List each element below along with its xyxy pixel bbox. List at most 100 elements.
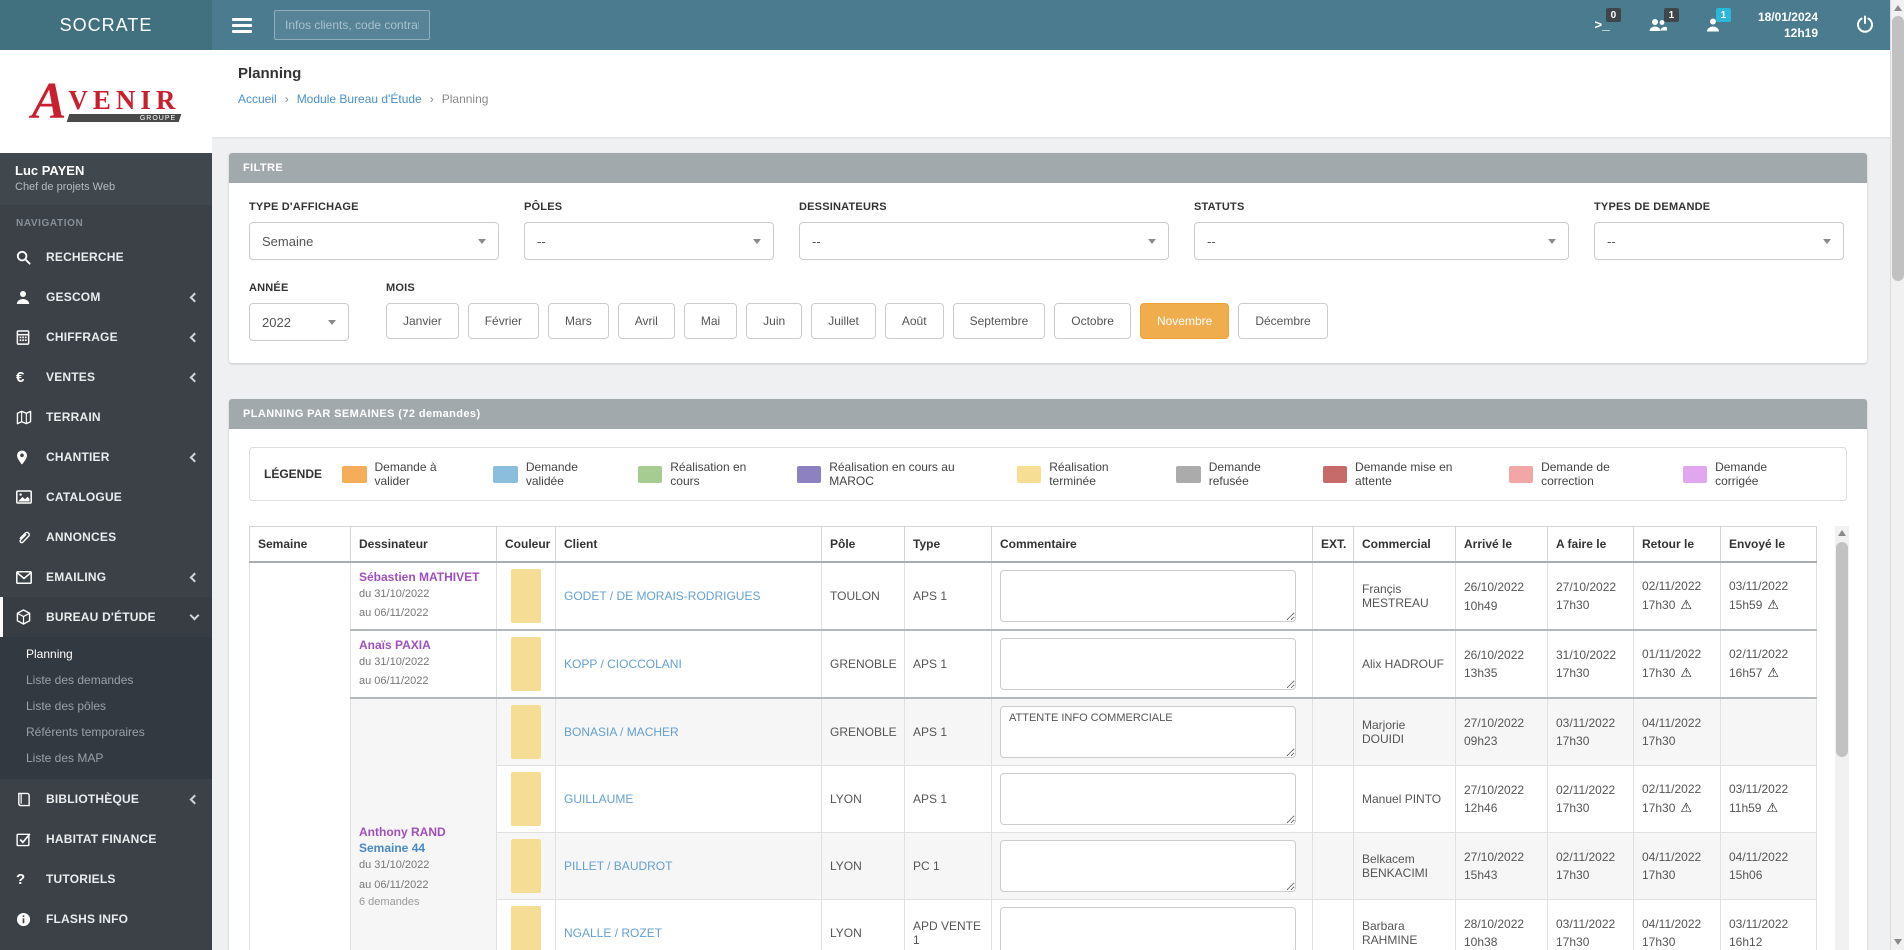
sidebar-item-catalogue[interactable]: CATALOGUE (0, 477, 212, 517)
sidebar-item-tutoriels[interactable]: ? TUTORIELS (0, 859, 212, 899)
commentaire-textarea[interactable] (1000, 773, 1296, 825)
poles-select[interactable]: -- (524, 222, 774, 260)
arrive-cell: 27/10/2022 09h23 (1455, 697, 1548, 766)
commentaire-textarea[interactable] (1000, 570, 1296, 622)
breadcrumb-accueil[interactable]: Accueil (238, 92, 277, 106)
envoye-cell: 03/11/2022 15h59 ⚠ (1720, 561, 1817, 631)
table-row: Sébastien MATHIVET du 31/10/2022 au 06/1… (249, 561, 1817, 950)
retour-cell: 04/11/2022 17h30 (1633, 832, 1721, 900)
month-button-novembre-selected[interactable]: Novembre (1139, 303, 1230, 339)
table-scrollbar-thumb[interactable] (1836, 542, 1848, 757)
page-scrollbar[interactable] (1890, 0, 1904, 950)
month-button-janvier[interactable]: Janvier (386, 303, 459, 339)
sidebar-item-boite-a-outils[interactable]: BOITE A OUTILS (0, 939, 212, 950)
client-link[interactable]: GODET / DE MORAIS-RODRIGUES (564, 589, 760, 603)
commentaire-textarea[interactable] (1000, 907, 1296, 950)
top-bar: SOCRATE >_ 0 1 1 (0, 0, 1904, 50)
warning-icon: ⚠ (1767, 665, 1780, 680)
month-button-decembre[interactable]: Décembre (1238, 303, 1328, 339)
sidebar-item-bureau-etude[interactable]: BUREAU D'ÉTUDE (0, 597, 212, 637)
search-icon (16, 250, 46, 265)
warning-icon: ⚠ (1680, 597, 1693, 612)
statuts-select[interactable]: -- (1194, 222, 1569, 260)
month-button-fevrier[interactable]: Février (467, 303, 540, 339)
types-demande-select[interactable]: -- (1594, 222, 1844, 260)
sidebar-item-chantier[interactable]: CHANTIER (0, 437, 212, 477)
month-button-octobre[interactable]: Octobre (1054, 303, 1131, 339)
hamburger-menu-icon[interactable] (232, 15, 252, 36)
month-button-mars[interactable]: Mars (548, 303, 609, 339)
month-button-mai[interactable]: Mai (683, 303, 738, 339)
legend-item: Demande corrigée (1682, 460, 1808, 488)
search-input[interactable] (274, 10, 430, 40)
check-square-icon (16, 832, 46, 847)
month-button-juillet[interactable]: Juillet (811, 303, 876, 339)
commentaire-cell (991, 561, 1313, 631)
client-link[interactable]: PILLET / BAUDROT (564, 859, 672, 873)
pole-cell: GRENOBLE (821, 697, 905, 766)
sidebar-item-chiffrage[interactable]: CHIFFRAGE (0, 317, 212, 357)
legend-item: Demande à valider (342, 460, 469, 488)
submenu-item-referents[interactable]: Référents temporaires (0, 719, 212, 745)
annee-select[interactable]: 2022 (249, 303, 349, 341)
image-icon (16, 490, 46, 504)
scroll-up-arrow-icon[interactable] (1894, 5, 1902, 11)
table-row: Anaïs PAXIA du 31/10/2022 au 06/11/2022 … (250, 629, 1817, 699)
filter-panel-title: FILTRE (229, 153, 1867, 183)
page-scrollbar-thumb[interactable] (1892, 16, 1904, 281)
month-button-juin[interactable]: Juin (746, 303, 803, 339)
legend-swatch (796, 465, 822, 483)
afaire-cell: 03/11/2022 17h30 (1547, 899, 1634, 950)
commentaire-textarea[interactable]: ATTENTE INFO COMMERCIALE (1000, 706, 1296, 758)
user-icon[interactable]: 1 (1706, 8, 1731, 33)
arrive-cell: 27/10/2022 15h43 (1455, 832, 1548, 900)
client-link[interactable]: GUILLAUME (564, 792, 633, 806)
sidebar-item-emailing[interactable]: EMAILING (0, 557, 212, 597)
month-button-avril[interactable]: Avril (617, 303, 675, 339)
sidebar-item-habitat-finance[interactable]: HABITAT FINANCE (0, 819, 212, 859)
sidebar-item-ventes[interactable]: € VENTES (0, 357, 212, 397)
sidebar-item-annonces[interactable]: ANNONCES (0, 517, 212, 557)
table-scrollbar[interactable] (1835, 526, 1849, 950)
filter-statuts: STATUTS -- (1194, 201, 1569, 260)
sidebar-item-gescom[interactable]: GESCOM (0, 277, 212, 317)
client-cell: BONASIA / MACHER (555, 697, 822, 766)
sidebar-item-recherche[interactable]: RECHERCHE (0, 237, 212, 277)
sidebar-item-terrain[interactable]: TERRAIN (0, 397, 212, 437)
ext-cell (1312, 899, 1354, 950)
terminal-icon[interactable]: >_ 0 (1594, 8, 1621, 33)
sidebar-item-flashs-info[interactable]: FLASHS INFO (0, 899, 212, 939)
power-logout-icon[interactable] (1856, 15, 1874, 36)
scroll-down-arrow-icon[interactable] (1894, 939, 1902, 945)
envelope-icon (16, 570, 46, 584)
month-button-septembre[interactable]: Septembre (952, 303, 1046, 339)
sidebar-item-bibliotheque[interactable]: BIBLIOTHÈQUE (0, 779, 212, 819)
users-group-icon[interactable]: 1 (1648, 8, 1679, 33)
submenu-item-liste-demandes[interactable]: Liste des demandes (0, 667, 212, 693)
client-link[interactable]: KOPP / CIOCCOLANI (564, 657, 682, 671)
submenu-item-liste-map[interactable]: Liste des MAP (0, 745, 212, 771)
filter-mois: MOIS Janvier Février Mars Avril Mai Juin… (386, 282, 1328, 341)
couleur-cell (496, 765, 556, 833)
client-link[interactable]: NGALLE / ROZET (564, 926, 662, 940)
client-link[interactable]: BONASIA / MACHER (564, 725, 679, 739)
type-cell: APS 1 (904, 697, 992, 766)
submenu-item-planning[interactable]: Planning (0, 641, 212, 667)
euro-icon: € (16, 368, 25, 386)
commentaire-textarea[interactable] (1000, 840, 1296, 892)
main-content: FILTRE TYPE D'AFFICHAGE Semaine PÔLES --… (212, 137, 1890, 950)
month-button-aout[interactable]: Août (884, 303, 944, 339)
scroll-up-arrow-icon[interactable] (1838, 530, 1846, 536)
ext-cell (1312, 765, 1354, 833)
type-affichage-select[interactable]: Semaine (249, 222, 499, 260)
semaine-link[interactable]: Semaine 44 (359, 841, 488, 855)
cube-icon (16, 609, 46, 625)
envoye-cell: 04/11/2022 15h06 (1720, 832, 1817, 900)
breadcrumb-module-bureau-etude[interactable]: Module Bureau d'Étude (297, 92, 422, 106)
commentaire-textarea[interactable] (1000, 638, 1296, 690)
legend-item: Demande mise en attente (1322, 460, 1485, 488)
dessinateurs-select[interactable]: -- (799, 222, 1169, 260)
arrive-cell: 26/10/2022 10h49 (1455, 561, 1548, 631)
chevron-left-icon (189, 794, 200, 804)
submenu-item-liste-poles[interactable]: Liste des pôles (0, 693, 212, 719)
